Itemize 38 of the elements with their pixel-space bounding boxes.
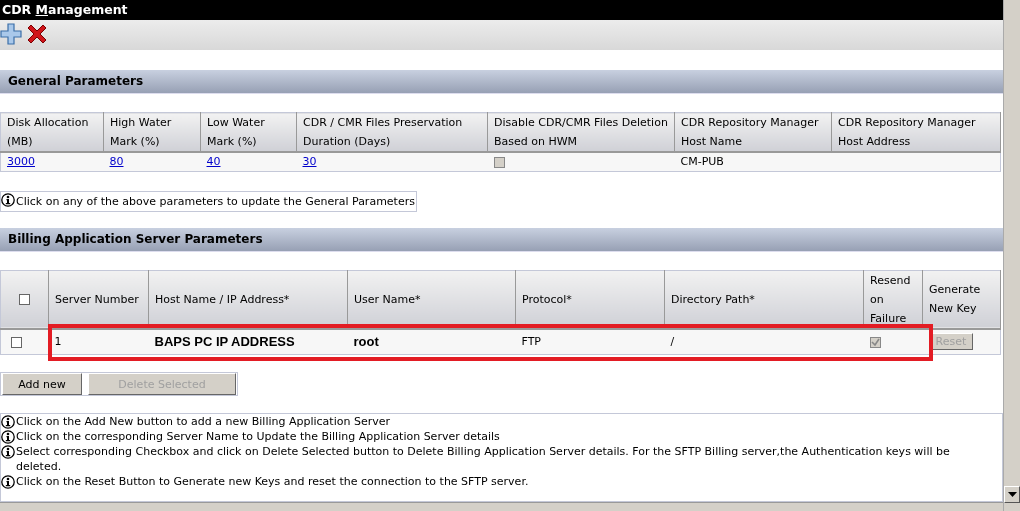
scroll-down-icon[interactable]: [1004, 486, 1020, 503]
table-cell: /: [670, 335, 675, 349]
column-header: Server Number: [48, 270, 149, 329]
table-cell: BAPS PC IP ADDRESS: [154, 334, 295, 350]
delete-icon[interactable]: [26, 23, 48, 45]
value-link[interactable]: 80: [109, 155, 124, 169]
table-cell: FTP: [521, 335, 541, 349]
section-header: Billing Application Server Parameters: [0, 227, 1003, 252]
info-note: Click on the Reset Button to Generate new Keys and reset the connection to the SFTP server.: [16, 474, 529, 489]
table-cell: root: [353, 334, 379, 350]
column-header: Low Water Mark (%): [200, 112, 297, 152]
column-header: Host Name / IP Address*: [148, 270, 348, 329]
scrollbar[interactable]: [1003, 0, 1020, 511]
table-cell: 1: [54, 335, 62, 349]
column-header: CDR Repository Manager Host Address: [831, 112, 1001, 152]
action-button[interactable]: Add new: [2, 373, 82, 395]
column-header: Generate New Key: [922, 270, 1001, 329]
value-link[interactable]: 30: [302, 155, 317, 169]
column-header: Disable CDR/CMR Files Deletion Based on HWM: [487, 112, 675, 152]
row-checkbox[interactable]: [11, 336, 22, 348]
column-header: CDR Repository Manager Host Name: [674, 112, 832, 152]
info-note: Click on the corresponding Server Name to Update the Billing Application Server details: [16, 429, 500, 444]
select-all-checkbox[interactable]: [19, 294, 30, 305]
value-link[interactable]: 40: [206, 155, 221, 169]
section-header: General Parameters: [0, 70, 1003, 94]
column-header: Protocol*: [515, 270, 665, 329]
column-header: Disk Allocation (MB): [0, 112, 104, 152]
info-note: Click on the Add New button to add a new Billing Application Server: [16, 414, 390, 429]
column-header: High Water Mark (%): [103, 112, 201, 152]
column-header: User Name*: [347, 270, 516, 329]
value-link[interactable]: 3000: [7, 155, 35, 169]
info-note: Select corresponding Checkbox and click on Delete Selected button to Delete Billing Application Server details. For the SFTP Billing server,the Authentication keys will be deleted.: [16, 444, 951, 474]
column-header: Resend on Failure: [863, 270, 923, 329]
info-note: Click on any of the above parameters to update the General Parameters: [16, 194, 415, 208]
table-cell: CM-PUB: [680, 155, 724, 169]
column-header: Directory Path*: [664, 270, 864, 329]
column-header: CDR / CMR Files Preservation Duration (Days): [296, 112, 488, 152]
window-title: CDR Management: [0, 0, 1003, 20]
